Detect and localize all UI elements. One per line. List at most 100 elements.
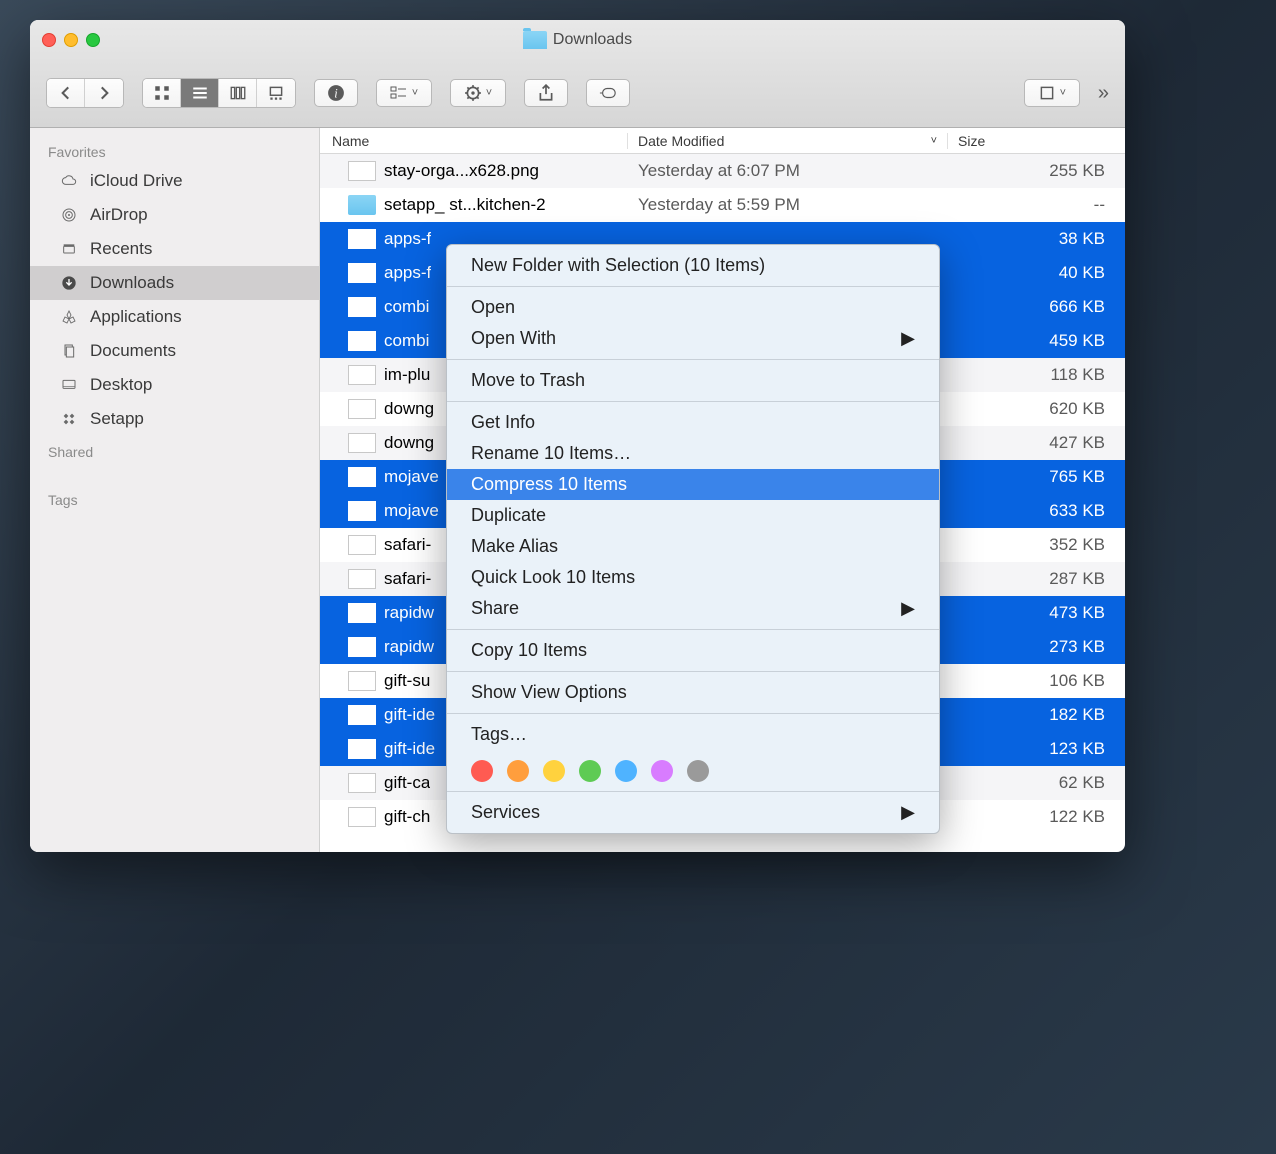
setapp-icon (58, 408, 80, 430)
file-name: gift-ch (384, 807, 430, 827)
file-name: safari- (384, 535, 431, 555)
file-size: 352 KB (948, 535, 1125, 555)
column-name[interactable]: Name (320, 133, 628, 149)
file-size: 287 KB (948, 569, 1125, 589)
file-thumbnail-icon (348, 603, 376, 623)
dropbox-button[interactable]: ˅ (1024, 79, 1080, 107)
column-date[interactable]: Date Modified˅ (628, 133, 948, 149)
sidebar-item-desktop[interactable]: Desktop (30, 368, 319, 402)
file-name: combi (384, 297, 429, 317)
action-button[interactable]: ˅ (450, 79, 506, 107)
file-size: 273 KB (948, 637, 1125, 657)
icon-view-button[interactable] (143, 79, 181, 107)
sidebar-item-label: iCloud Drive (90, 171, 183, 191)
sidebar-item-recents[interactable]: Recents (30, 232, 319, 266)
file-row[interactable]: setapp_ st...kitchen-2 Yesterday at 5:59 … (320, 188, 1125, 222)
sidebar-item-applications[interactable]: Applications (30, 300, 319, 334)
sidebar-item-label: Downloads (90, 273, 174, 293)
tag-color-dot[interactable] (507, 760, 529, 782)
menu-services[interactable]: Services▶ (447, 797, 939, 828)
tag-color-dot[interactable] (615, 760, 637, 782)
menu-copy[interactable]: Copy 10 Items (447, 635, 939, 666)
forward-button[interactable] (85, 79, 123, 107)
tag-color-dot[interactable] (471, 760, 493, 782)
column-size[interactable]: Size (948, 133, 1125, 149)
traffic-lights (42, 33, 100, 47)
tag-color-dot[interactable] (543, 760, 565, 782)
window-title: Downloads (30, 31, 1125, 49)
menu-make-alias[interactable]: Make Alias (447, 531, 939, 562)
file-name: setapp_ st...kitchen-2 (384, 195, 546, 215)
menu-open[interactable]: Open (447, 292, 939, 323)
file-thumbnail-icon (348, 705, 376, 725)
zoom-button[interactable] (86, 33, 100, 47)
list-view-button[interactable] (181, 79, 219, 107)
downloads-icon (58, 272, 80, 294)
file-thumbnail-icon (348, 297, 376, 317)
close-button[interactable] (42, 33, 56, 47)
minimize-button[interactable] (64, 33, 78, 47)
titlebar: Downloads i ˅ ˅ ˅ » (30, 20, 1125, 128)
tag-color-dot[interactable] (687, 760, 709, 782)
submenu-arrow-icon: ▶ (901, 598, 915, 619)
airdrop-icon (58, 204, 80, 226)
sidebar-item-icloud-drive[interactable]: iCloud Drive (30, 164, 319, 198)
overflow-button[interactable]: » (1098, 82, 1109, 105)
desktop-icon (58, 374, 80, 396)
menu-get-info[interactable]: Get Info (447, 407, 939, 438)
menu-open-with[interactable]: Open With▶ (447, 323, 939, 354)
file-thumbnail-icon (348, 331, 376, 351)
nav-buttons (46, 78, 124, 108)
menu-duplicate[interactable]: Duplicate (447, 500, 939, 531)
sidebar-item-documents[interactable]: Documents (30, 334, 319, 368)
tag-color-row (447, 750, 939, 786)
file-name: gift-su (384, 671, 430, 691)
share-button[interactable] (524, 79, 568, 107)
file-size: 765 KB (948, 467, 1125, 487)
folder-icon (348, 195, 376, 215)
file-thumbnail-icon (348, 739, 376, 759)
sidebar-header-shared: Shared (30, 436, 319, 464)
sidebar-item-airdrop[interactable]: AirDrop (30, 198, 319, 232)
menu-new-folder-selection[interactable]: New Folder with Selection (10 Items) (447, 250, 939, 281)
info-button[interactable]: i (314, 79, 358, 107)
menu-quick-look[interactable]: Quick Look 10 Items (447, 562, 939, 593)
menu-rename[interactable]: Rename 10 Items… (447, 438, 939, 469)
file-name: apps-f (384, 263, 431, 283)
column-view-button[interactable] (219, 79, 257, 107)
file-thumbnail-icon (348, 433, 376, 453)
menu-share[interactable]: Share▶ (447, 593, 939, 624)
sidebar-item-label: Setapp (90, 409, 144, 429)
file-name: apps-f (384, 229, 431, 249)
sidebar-item-downloads[interactable]: Downloads (30, 266, 319, 300)
tag-color-dot[interactable] (651, 760, 673, 782)
tags-button[interactable] (586, 79, 630, 107)
file-size: -- (948, 195, 1125, 215)
file-row[interactable]: stay-orga...x628.pngYesterday at 6:07 PM… (320, 154, 1125, 188)
file-size: 38 KB (948, 229, 1125, 249)
sidebar-item-label: Recents (90, 239, 152, 259)
back-button[interactable] (47, 79, 85, 107)
file-name: combi (384, 331, 429, 351)
sidebar-item-label: Applications (90, 307, 182, 327)
menu-show-view-options[interactable]: Show View Options (447, 677, 939, 708)
file-name: rapidw (384, 603, 434, 623)
menu-tags[interactable]: Tags… (447, 719, 939, 750)
menu-move-to-trash[interactable]: Move to Trash (447, 365, 939, 396)
file-thumbnail-icon (348, 467, 376, 487)
submenu-arrow-icon: ▶ (901, 802, 915, 823)
file-name: mojave (384, 467, 439, 487)
sort-indicator-icon: ˅ (931, 135, 937, 147)
file-name: gift-ide (384, 739, 435, 759)
file-name: downg (384, 399, 434, 419)
file-date: Yesterday at 5:59 PM (628, 195, 948, 215)
sidebar-item-label: Desktop (90, 375, 152, 395)
tag-color-dot[interactable] (579, 760, 601, 782)
gallery-view-button[interactable] (257, 79, 295, 107)
sidebar-item-setapp[interactable]: Setapp (30, 402, 319, 436)
menu-compress[interactable]: Compress 10 Items (447, 469, 939, 500)
group-button[interactable]: ˅ (376, 79, 432, 107)
file-size: 620 KB (948, 399, 1125, 419)
file-thumbnail-icon (348, 637, 376, 657)
file-name: downg (384, 433, 434, 453)
